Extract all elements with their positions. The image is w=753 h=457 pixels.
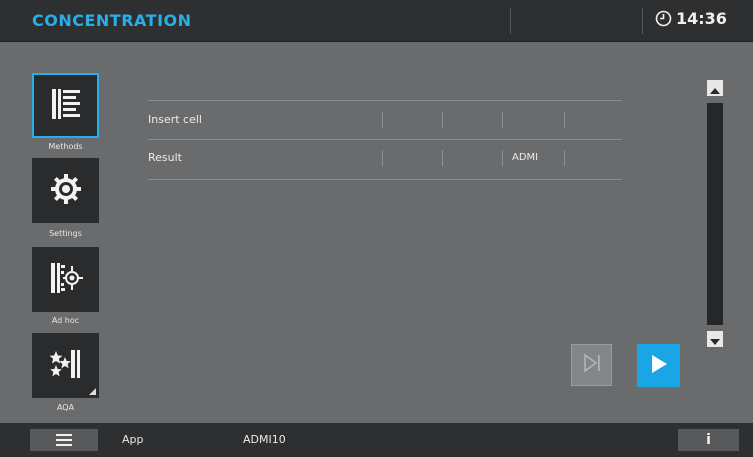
table-row-label: Insert cell: [148, 113, 202, 126]
table-divider: [148, 100, 622, 101]
start-measurement-button[interactable]: [637, 344, 680, 387]
cell-divider: [502, 112, 503, 128]
scroll-track[interactable]: [707, 103, 723, 325]
cell-divider: [502, 150, 503, 166]
clock-icon: [655, 10, 672, 27]
cell-divider: [382, 112, 383, 128]
arrow-down-icon: [710, 330, 720, 349]
sidebar-item-label: AQA: [56, 403, 75, 412]
aqa-stars-icon: [49, 347, 83, 385]
methods-list-icon: [50, 87, 82, 125]
info-button[interactable]: i: [678, 429, 739, 451]
sidebar-item-settings[interactable]: [32, 158, 99, 223]
clock: 14:36: [655, 9, 727, 28]
table-divider: [148, 179, 622, 180]
cell-divider: [564, 150, 565, 166]
title-divider: [642, 8, 643, 34]
scroll-down-button[interactable]: [707, 331, 723, 347]
table-divider: [148, 139, 622, 140]
cell-divider: [442, 112, 443, 128]
app-value: ADMI10: [243, 433, 286, 446]
title-divider: [510, 8, 511, 34]
cell-divider: [442, 150, 443, 166]
play-icon: [650, 354, 668, 378]
page-title: CONCENTRATION: [32, 11, 192, 30]
cell-divider: [564, 112, 565, 128]
table-cell: ADMI: [512, 152, 539, 163]
sidebar-item-methods[interactable]: [32, 73, 99, 138]
title-bar: CONCENTRATION 14:36: [0, 0, 753, 42]
sidebar-item-label: Methods: [48, 142, 83, 151]
arrow-up-icon: [710, 79, 720, 98]
sidebar-item-label: Settings: [49, 229, 82, 238]
skip-to-end-icon: [582, 353, 602, 377]
ad-hoc-icon: [48, 261, 84, 299]
clock-time: 14:36: [676, 9, 727, 28]
menu-button[interactable]: [30, 429, 98, 451]
hamburger-menu-icon: [56, 431, 72, 450]
cell-divider: [382, 150, 383, 166]
gear-icon: [49, 172, 83, 210]
table-row-label: Result: [148, 151, 182, 164]
app-label: App: [122, 433, 144, 446]
submenu-corner-icon: [89, 388, 96, 395]
skip-button[interactable]: [571, 344, 612, 386]
bottom-bar: App ADMI10 i: [0, 423, 753, 457]
sidebar-item-label: Ad hoc: [51, 316, 80, 325]
sidebar-item-aqa[interactable]: [32, 333, 99, 398]
scroll-up-button[interactable]: [707, 80, 723, 96]
sidebar-item-ad-hoc[interactable]: [32, 247, 99, 312]
